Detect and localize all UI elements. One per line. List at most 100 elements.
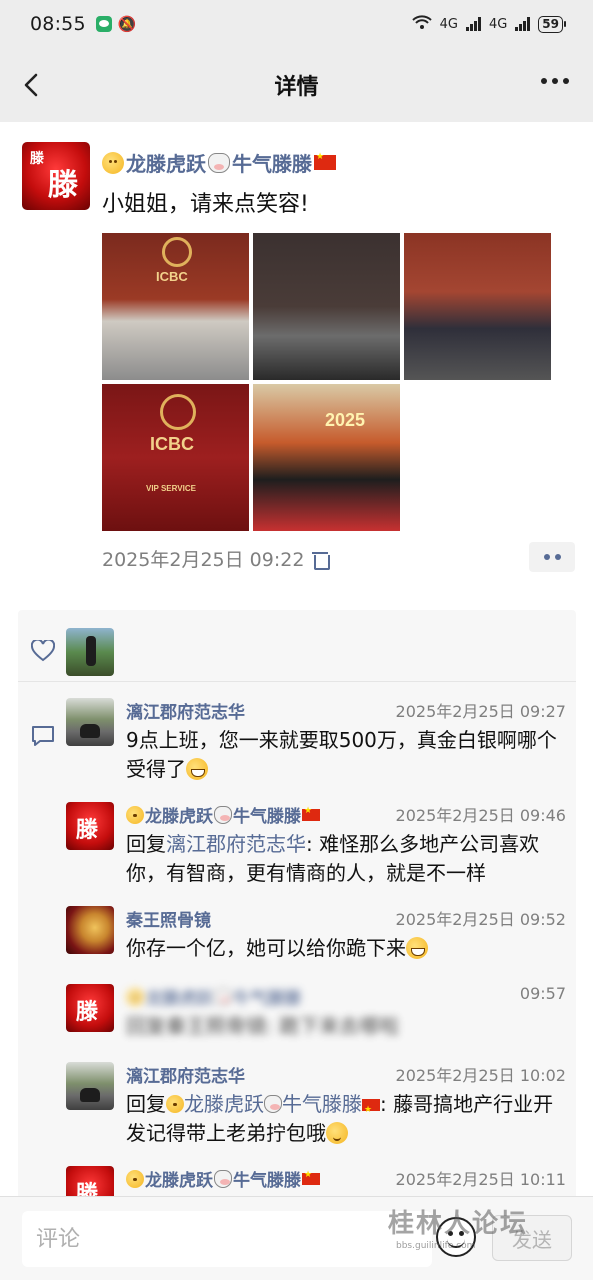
comment-item[interactable]: 秦王照骨镜 2025年2月25日 09:52 你存一个亿，她可以给你跪下来 [66, 906, 566, 976]
sun-emoji-icon [126, 805, 144, 824]
commenter-avatar[interactable] [66, 698, 114, 746]
photo-2[interactable] [253, 233, 400, 380]
nav-bar: 详情 [0, 48, 593, 122]
commenter-avatar[interactable] [66, 1166, 114, 1196]
reply-prefix: 回复 [126, 832, 166, 856]
china-flag-icon [302, 1170, 320, 1185]
likes-row [18, 610, 576, 682]
emoji-picker-button[interactable] [436, 1217, 476, 1257]
commenter-name[interactable]: 龙滕虎跃 牛气滕滕 [126, 984, 301, 1009]
reply-prefix: 回复 [126, 1092, 166, 1116]
icbc-logo-icon-2 [160, 394, 196, 430]
comment-text: 你存一个亿，她可以给你跪下来 [126, 934, 566, 963]
comment-icon [31, 725, 55, 747]
commenter-name[interactable]: 漓江郡府范志华 [126, 698, 245, 723]
photo-5[interactable]: 2025 [253, 384, 400, 531]
commenter-name[interactable]: 秦王照骨镜 [126, 906, 211, 931]
comment-time: 09:57 [519, 984, 566, 1003]
china-flag-icon [314, 152, 336, 170]
china-flag-icon [302, 806, 320, 821]
blush-emoji-icon [326, 1122, 348, 1144]
post-author-name[interactable]: 龙滕虎跃 牛气滕滕 [102, 148, 336, 177]
status-bar: 08:55 🔕 4G 4G 59 [0, 0, 593, 48]
cow-emoji-icon [214, 805, 232, 824]
photo-grid: ICBC ICBC VIP SERVICE 2025 [102, 233, 552, 531]
cow-emoji-icon [208, 152, 230, 173]
more-options-button[interactable] [541, 78, 569, 84]
comment-text-body: 你存一个亿，她可以给你跪下来 [126, 936, 406, 960]
sun-emoji-icon [102, 151, 124, 174]
photo-3[interactable] [404, 233, 551, 380]
commenter-avatar[interactable] [66, 984, 114, 1032]
author-name-suffix: 牛气滕滕 [232, 152, 312, 176]
sun-emoji-icon [126, 1169, 144, 1188]
author-avatar[interactable]: 滕 滕 [22, 142, 90, 210]
grin-emoji-icon [186, 758, 208, 780]
post-text: 小姐姐，请来点笑容! [102, 192, 309, 217]
commenter-name[interactable]: 龙滕虎跃 牛气滕滕 [126, 802, 320, 827]
comment-time: 2025年2月25日 09:27 [395, 702, 566, 721]
commenter-name-suffix: 牛气滕滕 [233, 807, 301, 827]
moment-detail: 滕 滕 龙滕虎跃 牛气滕滕 小姐姐，请来点笑容! ICBC ICBC VIP S… [0, 122, 593, 1196]
photo-text-vip: VIP SERVICE [146, 484, 196, 493]
network-label-1: 4G [439, 16, 458, 32]
comment-item[interactable]: 龙滕虎跃 牛气滕滕 2025年2月25日 10:11 [66, 1166, 566, 1196]
commenter-name-suffix: 牛气滕滕 [233, 1171, 301, 1191]
reply-to-name-suffix[interactable]: 牛气滕滕 [282, 1092, 362, 1116]
comment-text: 回复龙滕虎跃牛气滕滕: 藤哥搞地产行业开发记得带上老弟拧包哦 [126, 1090, 566, 1148]
comment-bar: 发送 桂林人论坛 bbs.guilinlife.com [0, 1196, 593, 1280]
post-time: 2025年2月25日 09:22 [102, 545, 331, 572]
trash-icon[interactable] [312, 550, 331, 570]
grin-emoji-icon [406, 937, 428, 959]
commenter-name[interactable]: 龙滕虎跃 牛气滕滕 [126, 1166, 320, 1191]
comment-item[interactable]: 龙滕虎跃 牛气滕滕 2025年2月25日 09:46 回复漓江郡府范志华: 难怪… [66, 802, 566, 898]
comment-item[interactable]: 龙滕虎跃 牛气滕滕 09:57 回复秦王照骨镜: 跪下来去哪啦 [66, 984, 566, 1054]
comment-time: 2025年2月25日 10:11 [395, 1170, 566, 1189]
send-button[interactable]: 发送 [492, 1215, 572, 1261]
status-time: 08:55 [30, 13, 86, 35]
commenter-name-suffix: 牛气滕滕 [233, 989, 301, 1009]
mute-icon: 🔕 [117, 15, 137, 33]
commenter-name-text: 龙滕虎跃 [145, 807, 213, 827]
sun-emoji-icon [166, 1095, 184, 1113]
photo-1[interactable]: ICBC [102, 233, 249, 380]
wechat-icon [95, 16, 112, 32]
icbc-logo-icon [162, 237, 192, 267]
commenter-avatar[interactable] [66, 1062, 114, 1110]
commenter-name[interactable]: 漓江郡府范志华 [126, 1062, 245, 1087]
page-title: 详情 [274, 75, 319, 100]
network-label-2: 4G [488, 16, 508, 32]
interaction-panel: 漓江郡府范志华 2025年2月25日 09:27 9点上班，您一来就要取500万… [18, 610, 576, 1196]
photo-4[interactable]: ICBC VIP SERVICE [102, 384, 249, 531]
like-comment-menu-button[interactable] [529, 542, 575, 572]
battery-icon: 59 [538, 15, 566, 33]
photo-text-2025: 2025 [325, 410, 366, 430]
comment-time: 2025年2月25日 09:52 [395, 910, 566, 929]
comment-text: 回复漓江郡府范志华: 难怪那么多地产公司喜欢你，有智商，更有情商的人，就是不一样 [126, 830, 566, 888]
comment-item[interactable]: 漓江郡府范志华 2025年2月25日 09:27 9点上班，您一来就要取500万… [66, 698, 566, 794]
photo-text-icbc: ICBC [156, 269, 188, 284]
cow-emoji-icon [214, 1169, 232, 1188]
reply-to-name[interactable]: 龙滕虎跃 [184, 1092, 264, 1116]
commenter-name-text: 龙滕虎跃 [145, 989, 213, 1009]
signal-icon [465, 17, 481, 31]
photo-text-icbc-2: ICBC [150, 434, 194, 454]
wifi-icon [411, 14, 432, 34]
sun-emoji-icon [126, 987, 144, 1006]
comment-time: 2025年2月25日 10:02 [395, 1066, 566, 1085]
cow-emoji-icon [264, 1095, 282, 1113]
cow-emoji-icon [214, 987, 232, 1006]
commenter-avatar[interactable] [66, 802, 114, 850]
back-button[interactable] [18, 70, 48, 100]
commenter-avatar[interactable] [66, 906, 114, 954]
reply-to-name[interactable]: 漓江郡府范志华 [166, 832, 306, 856]
comment-input[interactable] [22, 1211, 432, 1267]
author-name-text: 龙滕虎跃 [126, 152, 206, 176]
liker-avatar[interactable] [66, 628, 114, 676]
china-flag-icon [362, 1096, 380, 1125]
comment-item[interactable]: 漓江郡府范志华 2025年2月25日 10:02 回复龙滕虎跃牛气滕滕: 藤哥搞… [66, 1062, 566, 1158]
commenter-name-text: 龙滕虎跃 [145, 1171, 213, 1191]
heart-icon [30, 638, 56, 662]
post-time-text: 2025年2月25日 09:22 [102, 549, 305, 571]
signal-icon-2 [515, 17, 531, 31]
